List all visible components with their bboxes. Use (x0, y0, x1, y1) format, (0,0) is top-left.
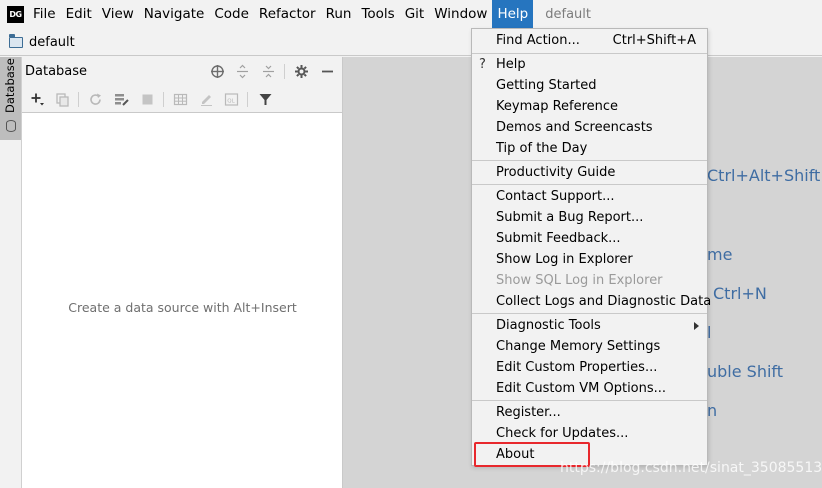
menu-item-diagnostic-tools[interactable]: Diagnostic Tools (472, 315, 707, 336)
watermark-text: https://blog.csdn.net/sinat_35085513 (560, 460, 822, 476)
toolbar-separator (163, 92, 164, 107)
empty-state-text: Create a data source with Alt+Insert (68, 300, 297, 315)
menu-item-show-log[interactable]: Show Log in Explorer (472, 249, 707, 270)
editor-hint: n (707, 401, 718, 420)
menu-tools[interactable]: Tools (356, 0, 399, 29)
menu-separator (472, 184, 707, 185)
help-menu-dropdown: Find Action... Ctrl+Shift+A ? Help Getti… (471, 28, 711, 466)
svg-text:QL: QL (227, 99, 235, 105)
menu-git[interactable]: Git (400, 0, 430, 29)
database-icon (6, 120, 16, 132)
menu-item-tip-of-the-day[interactable]: Tip of the Day (472, 138, 707, 159)
menu-edit[interactable]: Edit (61, 0, 97, 29)
menu-navigate[interactable]: Navigate (139, 0, 210, 29)
database-toolbar: QL (22, 86, 342, 113)
folder-icon (8, 33, 23, 48)
menu-item-help[interactable]: ? Help (472, 54, 707, 75)
gear-icon[interactable] (294, 64, 309, 79)
menu-separator (472, 160, 707, 161)
edit-icon[interactable] (199, 92, 214, 107)
menu-item-keymap-reference[interactable]: Keymap Reference (472, 96, 707, 117)
menu-item-check-updates[interactable]: Check for Updates... (472, 423, 707, 444)
stop-icon[interactable] (140, 92, 155, 107)
menu-separator (472, 400, 707, 401)
menu-item-register[interactable]: Register... (472, 402, 707, 423)
refresh-icon[interactable] (88, 92, 103, 107)
database-panel: Database QL Create a data source with Al… (22, 57, 343, 488)
shortcut-label: Ctrl+Shift+A (612, 33, 696, 48)
menu-file[interactable]: File (28, 0, 61, 29)
menu-window[interactable]: Window (429, 0, 492, 29)
menu-help[interactable]: Help (492, 0, 534, 29)
toolbar-separator (247, 92, 248, 107)
menu-item-show-sql-log: Show SQL Log in Explorer (496, 273, 663, 288)
table-icon[interactable] (173, 92, 188, 107)
menu-item-edit-custom-properties[interactable]: Edit Custom Properties... (472, 357, 707, 378)
menu-item-contact-support[interactable]: Contact Support... (472, 186, 707, 207)
database-tab-label: Database (3, 58, 17, 113)
menu-separator (472, 313, 707, 314)
menu-refactor[interactable]: Refactor (254, 0, 321, 29)
toolbar-separator (78, 92, 79, 107)
menu-item-collect-logs[interactable]: Collect Logs and Diagnostic Data (472, 291, 711, 312)
schema-settings-icon[interactable] (114, 92, 129, 107)
breadcrumb-project[interactable]: default (29, 35, 75, 50)
menu-view[interactable]: View (97, 0, 139, 29)
menu-item-find-action[interactable]: Find Action... Ctrl+Shift+A (472, 30, 707, 51)
menu-item-change-memory[interactable]: Change Memory Settings (472, 336, 707, 357)
database-tool-tab[interactable]: Database (0, 57, 21, 140)
duplicate-icon[interactable] (55, 92, 70, 107)
menu-item-demos[interactable]: Demos and Screencasts (472, 117, 707, 138)
crosshair-icon[interactable] (210, 64, 225, 79)
editor-hint: Ctrl+Alt+Shift+ (707, 166, 822, 185)
project-title: default (545, 7, 591, 22)
menu-item-getting-started[interactable]: Getting Started (472, 75, 707, 96)
expand-all-icon[interactable] (235, 64, 250, 79)
editor-hint: me (707, 245, 733, 264)
sql-console-icon[interactable]: QL (224, 92, 239, 107)
submenu-arrow-icon (694, 322, 699, 330)
menu-item-label: Help (496, 57, 526, 72)
menu-bar: DG File Edit View Navigate Code Refactor… (0, 0, 822, 29)
menu-item-edit-vm-options[interactable]: Edit Custom VM Options... (472, 378, 707, 399)
menu-code[interactable]: Code (209, 0, 254, 29)
collapse-all-icon[interactable] (261, 64, 276, 79)
menu-item-submit-feedback[interactable]: Submit Feedback... (472, 228, 707, 249)
add-icon[interactable] (30, 92, 45, 107)
database-panel-title: Database (25, 64, 88, 79)
menu-item-productivity-guide[interactable]: Productivity Guide (472, 162, 707, 183)
database-panel-header: Database (22, 57, 342, 86)
filter-icon[interactable] (258, 92, 273, 107)
menu-item-submit-bug[interactable]: Submit a Bug Report... (472, 207, 707, 228)
menu-item-label: Diagnostic Tools (496, 318, 601, 333)
menu-run[interactable]: Run (321, 0, 357, 29)
menu-item-label: Find Action... (496, 33, 580, 48)
minimize-icon[interactable] (320, 64, 335, 79)
left-tool-strip: Database (0, 57, 22, 488)
datagrip-logo-icon: DG (7, 6, 24, 23)
header-separator (284, 64, 285, 79)
editor-hint: uble Shift (707, 362, 784, 381)
question-mark-icon: ? (479, 57, 486, 72)
editor-hint: Ctrl+N (713, 284, 767, 303)
